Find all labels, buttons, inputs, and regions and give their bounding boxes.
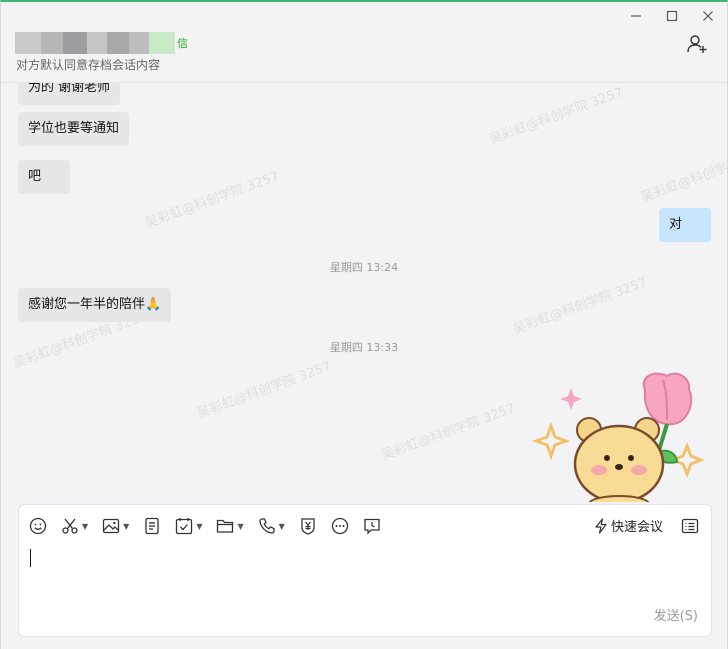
maximize-icon [666,10,678,22]
quick-meeting-button[interactable]: 快速会议 [594,516,663,535]
emoji-icon [29,517,47,535]
minimize-button[interactable] [625,6,647,26]
list-icon [681,518,699,534]
minimize-icon [631,15,641,17]
image-icon [103,518,120,534]
message-input[interactable] [29,545,701,596]
message-bubble[interactable]: 感谢您一年半的陪伴🙏 [18,288,172,322]
message-bubble[interactable]: 学位也要等通知 [18,112,130,146]
image-button[interactable]: ▼ [102,515,129,537]
redacted-name [41,32,63,54]
lightning-icon [595,517,607,534]
redacted-name [149,32,175,54]
message-timestamp: 星期四 13:33 [329,341,399,354]
message-timestamp: 星期四 13:24 [329,261,399,274]
message-bubble[interactable]: 对 [659,208,711,242]
scissors-icon [62,518,78,534]
message-composer: ▼ ▼ ▼ ▼ ▼ 快速会议 发送(S) [18,504,712,637]
send-button[interactable]: 发送(S) [654,605,698,624]
chevron-down-icon[interactable]: ▼ [82,522,88,531]
message-bubble[interactable]: 吧 [18,160,70,194]
more-icon [331,517,348,535]
redacted-name [107,32,129,54]
close-icon [703,11,713,21]
archive-notice: 对方默认同意存档会话内容 [16,58,161,72]
payment-button[interactable] [299,515,317,537]
chat-header: 信 对方默认同意存档会话内容 [1,30,727,82]
more-button[interactable] [331,515,349,537]
maximize-button[interactable] [661,6,683,26]
bear-tulip-sticker[interactable] [527,370,717,502]
chevron-down-icon[interactable]: ▼ [279,522,285,531]
watermark: 吴彩虹@科创学院 3257 [143,169,282,232]
folder-icon [217,519,234,533]
composer-toolbar: ▼ ▼ ▼ ▼ ▼ [29,515,395,537]
chat-history-button[interactable] [681,517,699,535]
watermark: 吴彩虹@科创学院 3257 [511,275,650,338]
quick-meeting-label: 快速会议 [610,520,663,535]
window-controls [625,6,719,26]
redacted-name [87,32,107,54]
screenshot-button[interactable]: ▼ [61,515,88,537]
chat-record-button[interactable] [363,515,381,537]
chat-window: 信 对方默认同意存档会话内容 吴彩虹@科创学院 3257 吴彩虹@科创学院 32… [0,0,728,649]
chat-name[interactable]: 信 [15,32,188,54]
redacted-name [63,32,87,54]
watermark: 吴彩虹@科创学院 3257 [195,359,334,422]
message-bubble[interactable]: 为的 谢谢老师 [18,83,121,105]
chat-name-suffix: 信 [177,37,188,50]
message-list[interactable]: 吴彩虹@科创学院 3257 吴彩虹@科创学院 3257 吴彩虹@科创学院 325… [1,83,727,502]
payment-icon [301,518,315,535]
file-button[interactable]: ▼ [216,515,244,537]
close-button[interactable] [697,6,719,26]
watermark: 吴彩虹@科创学院 3257 [379,401,518,464]
redacted-name [129,32,149,54]
watermark: 吴彩虹@科创学院 3257 [639,143,727,206]
emoji-button[interactable] [29,515,47,537]
phone-icon [258,518,275,534]
task-button[interactable]: ▼ [175,515,202,537]
chat-record-icon [364,518,380,535]
document-icon [145,517,159,535]
chevron-down-icon[interactable]: ▼ [123,522,129,531]
watermark: 吴彩虹@科创学院 3257 [487,85,626,148]
redacted-name [15,32,41,54]
task-icon [176,518,193,535]
add-person-icon [687,35,707,53]
chevron-down-icon[interactable]: ▼ [196,522,202,531]
chevron-down-icon[interactable]: ▼ [237,522,243,531]
document-button[interactable] [143,515,161,537]
call-button[interactable]: ▼ [258,515,285,537]
add-member-button[interactable] [685,32,709,56]
